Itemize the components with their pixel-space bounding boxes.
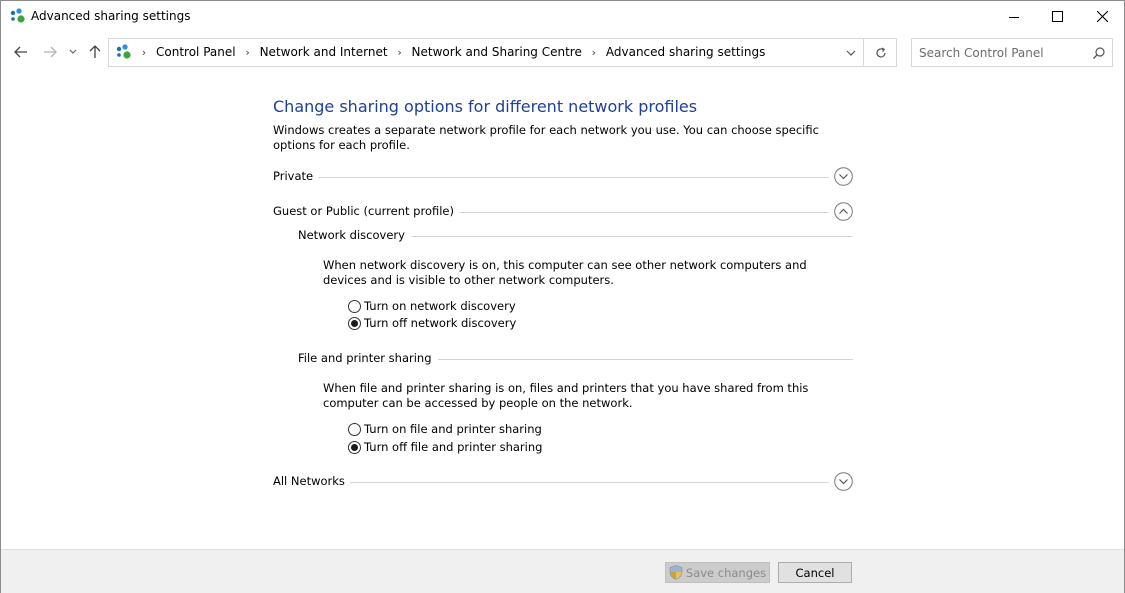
radio-button-selected[interactable] xyxy=(348,316,361,330)
collapse-chevron-icon[interactable] xyxy=(834,202,853,221)
radio-turn-on-file-printer-sharing[interactable]: Turn on file and printer sharing xyxy=(348,421,542,437)
radio-button[interactable] xyxy=(348,422,361,436)
back-arrow-icon[interactable] xyxy=(11,43,31,61)
breadcrumb-separator-icon[interactable]: › xyxy=(587,46,601,59)
breadcrumb-separator-icon[interactable]: › xyxy=(393,46,407,59)
forward-arrow-icon[interactable] xyxy=(40,43,60,61)
subsection-network-discovery: Network discovery xyxy=(298,228,853,244)
section-all-networks-label: All Networks xyxy=(273,474,350,488)
radio-label: Turn on network discovery xyxy=(364,299,516,313)
breadcrumb-advanced-sharing-settings[interactable]: Advanced sharing settings xyxy=(605,45,766,59)
uac-shield-icon xyxy=(669,565,683,580)
refresh-icon[interactable] xyxy=(871,43,891,63)
save-changes-label: Save changes xyxy=(685,565,767,580)
cancel-button[interactable]: Cancel xyxy=(778,562,852,583)
section-private[interactable]: Private xyxy=(273,167,853,187)
radio-button-selected[interactable] xyxy=(348,440,361,454)
network-discovery-label: Network discovery xyxy=(298,228,411,242)
radio-selected-dot xyxy=(351,443,358,451)
up-arrow-icon[interactable] xyxy=(85,43,105,61)
section-guest-public-label: Guest or Public (current profile) xyxy=(273,204,459,218)
breadcrumb-network-sharing-centre[interactable]: Network and Sharing Centre xyxy=(411,45,583,59)
address-bar[interactable]: › Control Panel › Network and Internet ›… xyxy=(108,38,897,67)
radio-turn-off-file-printer-sharing[interactable]: Turn off file and printer sharing xyxy=(348,439,542,455)
section-divider xyxy=(273,482,829,483)
section-private-label: Private xyxy=(273,169,319,183)
section-all-networks[interactable]: All Networks xyxy=(273,472,853,492)
search-input[interactable] xyxy=(919,45,1079,61)
address-divider xyxy=(863,39,864,66)
breadcrumb-control-panel[interactable]: Control Panel xyxy=(155,45,237,59)
radio-label: Turn on file and printer sharing xyxy=(364,422,542,436)
radio-turn-on-network-discovery[interactable]: Turn on network discovery xyxy=(348,298,516,314)
window-title: Advanced sharing settings xyxy=(31,9,191,23)
section-guest-public[interactable]: Guest or Public (current profile) xyxy=(273,202,853,222)
close-button[interactable] xyxy=(1079,1,1125,32)
radio-label: Turn off file and printer sharing xyxy=(364,440,543,454)
minimize-button[interactable] xyxy=(991,1,1037,32)
address-dropdown-chevron-icon[interactable] xyxy=(841,39,861,66)
recent-locations-chevron-icon[interactable] xyxy=(65,43,81,61)
breadcrumb-network-and-internet[interactable]: Network and Internet xyxy=(259,45,389,59)
breadcrumb-separator-icon[interactable]: › xyxy=(241,46,255,59)
radio-label: Turn off network discovery xyxy=(364,316,517,330)
intro-text: Windows creates a separate network profi… xyxy=(273,123,819,152)
page-heading: Change sharing options for different net… xyxy=(273,97,698,116)
file-printer-sharing-label: File and printer sharing xyxy=(298,351,438,365)
radio-turn-off-network-discovery[interactable]: Turn off network discovery xyxy=(348,315,516,331)
content-area: Change sharing options for different net… xyxy=(1,72,1124,549)
breadcrumb: › Control Panel › Network and Internet ›… xyxy=(133,45,766,59)
section-divider xyxy=(273,177,829,178)
window: Advanced sharing settings › Control Pane… xyxy=(0,0,1125,593)
network-location-icon xyxy=(115,44,133,60)
navigation-bar: › Control Panel › Network and Internet ›… xyxy=(1,32,1124,72)
network-app-icon xyxy=(9,8,27,24)
radio-button[interactable] xyxy=(348,299,361,313)
expand-chevron-icon[interactable] xyxy=(834,167,853,186)
breadcrumb-separator-icon[interactable]: › xyxy=(137,46,151,59)
network-discovery-description: When network discovery is on, this compu… xyxy=(323,258,807,287)
title-bar: Advanced sharing settings xyxy=(1,1,1124,32)
save-changes-button[interactable]: Save changes xyxy=(665,562,770,583)
search-box[interactable] xyxy=(911,38,1113,67)
footer-bar: Save changes Cancel xyxy=(1,549,1124,593)
subsection-file-printer-sharing: File and printer sharing xyxy=(298,351,853,367)
expand-chevron-icon[interactable] xyxy=(834,472,853,491)
radio-selected-dot xyxy=(351,319,358,327)
file-printer-sharing-description: When file and printer sharing is on, fil… xyxy=(323,381,809,410)
maximize-button[interactable] xyxy=(1034,1,1080,32)
search-icon[interactable] xyxy=(1092,46,1106,60)
